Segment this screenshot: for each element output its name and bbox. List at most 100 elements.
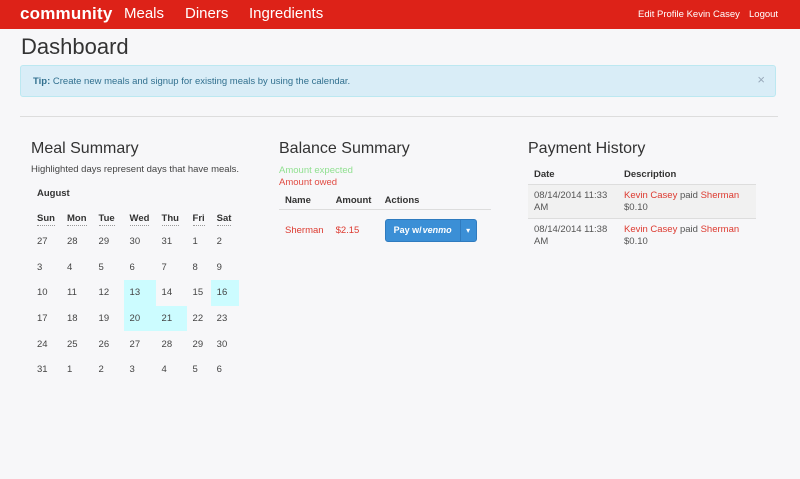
calendar-day[interactable]: 4 <box>156 357 187 383</box>
calendar-day[interactable]: 6 <box>124 255 156 281</box>
weekday-fri: Fri <box>192 212 205 226</box>
calendar-month: August <box>37 188 70 199</box>
weekday-sat: Sat <box>216 212 232 226</box>
table-row: Sherman $2.15 Pay w/ venmo ▾ <box>279 210 491 251</box>
calendar-day[interactable]: 4 <box>61 255 93 281</box>
legend-amount-owed: Amount owed <box>279 177 338 188</box>
calendar-day[interactable]: 29 <box>93 229 124 255</box>
top-navbar: community Meals Diners Ingredients Edit … <box>0 0 800 29</box>
calendar-day[interactable]: 17 <box>31 306 61 332</box>
alert-text: Create new meals and signup for existing… <box>52 76 351 87</box>
weekday-sun: Sun <box>37 212 55 226</box>
column-header-amount: Amount <box>329 192 379 210</box>
payment-amount: $0.10 <box>624 202 648 213</box>
calendar-day[interactable]: 23 <box>211 306 239 332</box>
calendar-day[interactable]: 10 <box>31 280 61 306</box>
calendar-day[interactable]: 14 <box>156 280 187 306</box>
calendar-day[interactable]: 9 <box>211 255 239 281</box>
calendar-day[interactable]: 1 <box>187 229 211 255</box>
nav-ingredients[interactable]: Ingredients <box>249 5 323 22</box>
calendar-day[interactable]: 2 <box>211 229 239 255</box>
calendar-day-highlighted[interactable]: 13 <box>123 280 156 306</box>
calendar-day[interactable]: 28 <box>156 331 187 357</box>
calendar-day[interactable]: 15 <box>187 280 211 306</box>
page-title: Dashboard <box>21 34 129 59</box>
weekday-wed: Wed <box>129 212 150 226</box>
calendar-day[interactable]: 28 <box>61 229 93 255</box>
calendar-day[interactable]: 1 <box>61 357 93 383</box>
calendar-day-highlighted[interactable]: 20 <box>123 305 156 332</box>
payment-date: 08/14/2014 11:38 AM <box>528 218 618 252</box>
nav-diners[interactable]: Diners <box>185 5 228 22</box>
calendar-day-highlighted[interactable]: 21 <box>155 305 187 332</box>
table-row: 08/14/2014 11:38 AM Kevin Casey paid She… <box>528 218 756 252</box>
payment-description: Kevin Casey paid Sherman $0.10 <box>618 218 756 252</box>
meal-summary-title: Meal Summary <box>31 140 139 157</box>
calendar-day[interactable]: 18 <box>61 306 93 332</box>
pay-with-venmo-label: Pay w/ venmo <box>386 220 460 241</box>
venmo-brand: venmo <box>422 225 452 235</box>
payer-link[interactable]: Kevin Casey <box>624 190 677 201</box>
weekday-tue: Tue <box>98 212 115 226</box>
payee-link[interactable]: Sherman <box>701 190 740 201</box>
meal-calendar: Sun Mon Tue Wed Thu Fri Sat 27 28 29 30 … <box>31 207 239 383</box>
calendar-day[interactable]: 30 <box>211 331 239 357</box>
calendar-day[interactable]: 2 <box>93 357 124 383</box>
calendar-day[interactable]: 26 <box>93 331 124 357</box>
column-header-name: Name <box>279 192 330 210</box>
calendar-day[interactable]: 31 <box>156 229 187 255</box>
calendar-day[interactable]: 29 <box>187 331 211 357</box>
balance-summary-title: Balance Summary <box>279 140 410 157</box>
pay-with-text: Pay w/ <box>393 225 422 235</box>
legend-amount-expected: Amount expected <box>279 165 353 176</box>
calendar-day[interactable]: 12 <box>93 280 124 306</box>
brand-logo[interactable]: community <box>20 4 112 24</box>
pay-with-venmo-button[interactable]: Pay w/ venmo ▾ <box>384 218 477 242</box>
calendar-day-highlighted[interactable]: 16 <box>210 280 239 306</box>
column-header-actions: Actions <box>378 192 491 210</box>
calendar-day[interactable]: 25 <box>61 331 93 357</box>
nav-meals[interactable]: Meals <box>124 5 164 22</box>
logout-link[interactable]: Logout <box>749 9 778 20</box>
calendar-day[interactable]: 5 <box>93 255 124 281</box>
calendar-day[interactable]: 30 <box>124 229 156 255</box>
column-header-description: Description <box>618 165 756 185</box>
payment-history-table: Date Description 08/14/2014 11:33 AM Kev… <box>528 165 756 252</box>
payment-verb: paid <box>679 190 698 201</box>
balance-name[interactable]: Sherman <box>279 210 330 251</box>
payer-link[interactable]: Kevin Casey <box>624 224 677 235</box>
calendar-day[interactable]: 6 <box>211 357 239 383</box>
weekday-mon: Mon <box>67 212 87 226</box>
calendar-day[interactable]: 31 <box>31 357 61 383</box>
calendar-day[interactable]: 19 <box>93 306 124 332</box>
calendar-day[interactable]: 3 <box>124 357 156 383</box>
calendar-day[interactable]: 27 <box>124 331 156 357</box>
payment-history-title: Payment History <box>528 140 646 157</box>
calendar-day[interactable]: 22 <box>187 306 211 332</box>
calendar-day[interactable]: 3 <box>31 255 61 281</box>
caret-down-icon[interactable]: ▾ <box>459 219 476 241</box>
payee-link[interactable]: Sherman <box>701 224 740 235</box>
calendar-day[interactable]: 8 <box>187 255 211 281</box>
alert-message: Tip: Create new meals and signup for exi… <box>33 76 350 87</box>
tip-alert: Tip: Create new meals and signup for exi… <box>20 65 776 97</box>
meal-summary-help: Highlighted days represent days that hav… <box>31 164 240 175</box>
divider <box>20 116 778 117</box>
calendar-day[interactable]: 5 <box>187 357 211 383</box>
weekday-thu: Thu <box>161 212 179 226</box>
balance-table: Name Amount Actions Sherman $2.15 Pay w/… <box>279 192 491 250</box>
calendar-day[interactable]: 7 <box>156 255 187 281</box>
alert-tip-label: Tip: <box>33 76 51 87</box>
edit-profile-link[interactable]: Edit Profile Kevin Casey <box>638 9 740 20</box>
calendar-day[interactable]: 11 <box>61 280 93 306</box>
payment-verb: paid <box>679 224 698 235</box>
close-icon[interactable]: × <box>757 72 765 87</box>
calendar-day[interactable]: 24 <box>31 331 61 357</box>
payment-description: Kevin Casey paid Sherman $0.10 <box>618 184 756 219</box>
column-header-date: Date <box>528 165 618 185</box>
calendar-day[interactable]: 27 <box>31 229 61 255</box>
payment-amount: $0.10 <box>624 236 648 247</box>
payment-date: 08/14/2014 11:33 AM <box>528 184 618 219</box>
table-row: 08/14/2014 11:33 AM Kevin Casey paid She… <box>528 184 756 219</box>
balance-amount: $2.15 <box>335 224 360 236</box>
